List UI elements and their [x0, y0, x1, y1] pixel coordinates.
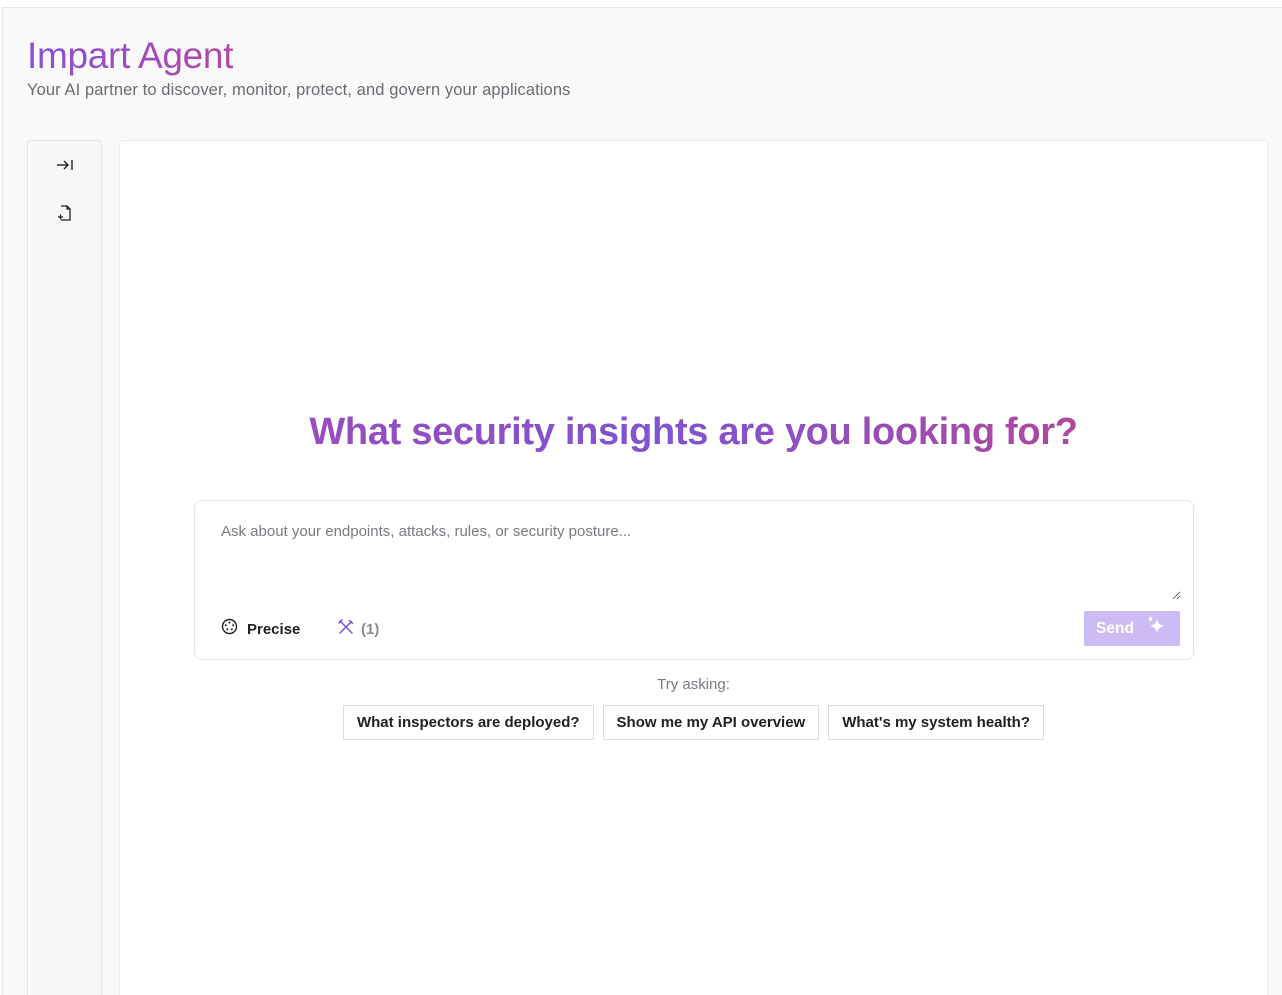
suggestion-chip-api-overview[interactable]: Show me my API overview [602, 705, 820, 740]
chat-composer: Precise (1) Send [194, 500, 1194, 660]
tools-icon [337, 618, 355, 641]
send-button[interactable]: Send [1084, 611, 1180, 646]
suggestion-list: What inspectors are deployed? Show me my… [120, 705, 1267, 740]
collapse-sidebar-button[interactable] [51, 153, 79, 181]
sparkles-icon [1146, 615, 1168, 642]
page-heading: What security insights are you looking f… [120, 411, 1267, 454]
try-asking-label: Try asking: [657, 676, 730, 693]
response-mode-button[interactable]: Precise [221, 618, 300, 640]
prompt-input[interactable] [209, 511, 1181, 600]
app-title: Impart Agent [27, 35, 234, 76]
chat-main-panel: What security insights are you looking f… [119, 140, 1268, 995]
response-mode-label: Precise [247, 620, 301, 638]
page-heading-text: What security insights are you looking f… [309, 411, 1078, 453]
tools-count: (1) [361, 620, 380, 638]
sidebar [27, 140, 102, 995]
new-document-icon [57, 204, 73, 227]
mode-dial-icon [221, 618, 238, 640]
tools-button[interactable]: (1) [337, 618, 379, 640]
send-label: Send [1096, 619, 1134, 637]
suggestion-chip-inspectors[interactable]: What inspectors are deployed? [342, 705, 594, 740]
app-subtitle: Your AI partner to discover, monitor, pr… [27, 81, 571, 99]
suggestion-chip-system-health[interactable]: What's my system health? [828, 705, 1045, 740]
app-frame: Impart Agent Your AI partner to discover… [2, 7, 1282, 995]
new-chat-button[interactable] [51, 201, 79, 229]
collapse-right-icon [56, 158, 74, 177]
